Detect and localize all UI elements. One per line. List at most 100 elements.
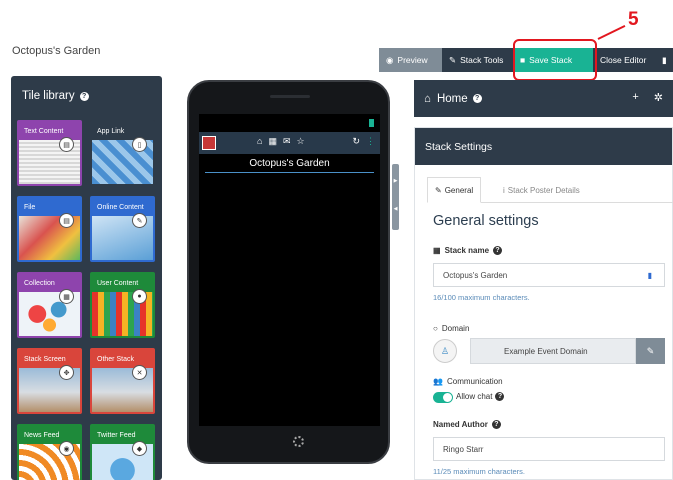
chevron-left-icon: ◀ (393, 206, 398, 212)
annotation-pointer-line (597, 24, 626, 40)
preview-label: Preview (397, 55, 428, 65)
stack-editor-page: Octopus's Garden 5 ◉ Preview ✎ Stack Too… (0, 0, 673, 480)
stack-name-label: ▦ Stack name ? (433, 246, 503, 255)
tile-stack-screen[interactable]: Stack Screen ✥ (17, 348, 82, 414)
preview-button[interactable]: ◉ Preview (379, 48, 442, 72)
wrench-icon: ✎ (449, 54, 457, 65)
named-author-label-text: Named Author (433, 420, 488, 429)
allow-chat-toggle[interactable] (433, 392, 453, 403)
tile-other-stack[interactable]: Other Stack ✕ (90, 348, 155, 414)
help-icon[interactable]: ? (495, 392, 505, 401)
tile-online-content[interactable]: Online Content ✎ (90, 196, 155, 262)
tile-news-feed[interactable]: News Feed ◉ (17, 424, 82, 480)
more-vertical-icon[interactable]: ⋮ (366, 136, 375, 147)
step-number-annotation: 5 (628, 9, 639, 30)
save-stack-highlight-box (513, 39, 597, 81)
refresh-icon[interactable]: ↻ (352, 136, 360, 147)
tab-stack-poster-details[interactable]: i Stack Poster Details (496, 177, 587, 203)
add-icon[interactable]: + (632, 91, 638, 104)
help-icon[interactable]: ? (472, 94, 482, 103)
tile-library-panel: Tile library ? Text Content ▤ App Link ▯ Fil… (11, 76, 162, 480)
stack-name-value: Octopus's Garden (443, 270, 508, 280)
tile-collection[interactable]: Collection ▦ (17, 272, 82, 338)
stack-tools-label: Stack Tools (460, 55, 504, 65)
phone-app-bar: ⌂ ▦ ✉ ☆ ↻ ⋮ (199, 132, 380, 154)
file-icon: ▤ (59, 213, 74, 228)
document-icon: ▤ (59, 137, 74, 152)
domain-label: ○ Domain (433, 324, 469, 333)
tile-label: News Feed (24, 432, 60, 439)
edit-icon: ✎ (435, 185, 442, 195)
allow-chat-label: Allow chat ? (456, 392, 505, 401)
gear-icon[interactable]: ✲ (654, 91, 663, 104)
tab-general-label: General (444, 185, 474, 195)
move-icon: ✥ (59, 365, 74, 380)
phone-icon: ▯ (132, 137, 147, 152)
tile-text-content[interactable]: Text Content ▤ (17, 120, 82, 186)
edit-icon: ✎ (646, 345, 655, 356)
help-icon[interactable]: ? (79, 91, 89, 101)
users-icon: 👥 (433, 377, 443, 386)
info-icon: i (503, 185, 505, 195)
stack-settings-header: Stack Settings (415, 128, 672, 165)
help-icon[interactable]: ? (491, 420, 501, 429)
stack-tools-button[interactable]: ✎ Stack Tools (442, 48, 513, 72)
tile-library-title: Tile library (22, 90, 75, 102)
toggle-knob (443, 393, 452, 402)
close-editor-button[interactable]: Close Editor (593, 48, 655, 72)
tile-label: App Link (97, 128, 125, 135)
communication-label: 👥 Communication (433, 377, 503, 386)
chevron-right-icon: ▶ (393, 178, 398, 184)
tab-poster-label: Stack Poster Details (507, 185, 580, 195)
allow-chat-label-text: Allow chat (456, 392, 493, 401)
grid-icon[interactable]: ▦ (268, 136, 277, 147)
phone-preview: ⌂ ▦ ✉ ☆ ↻ ⋮ Octopus's Garden (187, 80, 390, 464)
named-author-char-count: 11/25 maximum characters. (433, 467, 525, 476)
battery-icon (369, 119, 374, 127)
phone-nav-icons: ⌂ ▦ ✉ ☆ (257, 136, 305, 147)
tile-file[interactable]: File ▤ (17, 196, 82, 262)
shuffle-icon: ✕ (132, 365, 147, 380)
tab-general[interactable]: ✎ General (427, 177, 482, 203)
tile-user-content[interactable]: User Content ● (90, 272, 155, 338)
domain-avatar: ♙ (433, 339, 457, 363)
communication-label-text: Communication (446, 377, 503, 386)
tile-grid: Text Content ▤ App Link ▯ File ▤ Online Conten… (17, 120, 157, 480)
home-icon[interactable]: ⌂ (257, 136, 262, 147)
app-logo (202, 136, 216, 150)
tile-twitter-feed[interactable]: Twitter Feed ◆ (90, 424, 155, 480)
tile-library-header: Tile library ? (11, 76, 162, 116)
tile-label: User Content (97, 280, 139, 287)
domain-edit-button[interactable]: ✎ (636, 338, 665, 364)
page-title: Octopus's Garden (12, 45, 101, 57)
tile-label: Twitter Feed (97, 432, 136, 439)
domain-field: Example Event Domain (470, 338, 636, 364)
tile-label: Online Content (97, 204, 144, 211)
named-author-input[interactable]: Ringo Starr (433, 437, 665, 461)
phone-action-icons: ↻ ⋮ (352, 136, 375, 147)
chat-icon[interactable]: ✉ (283, 136, 291, 147)
rss-icon: ◉ (59, 441, 74, 456)
tile-label: Other Stack (97, 356, 134, 363)
domain-label-text: Domain (441, 324, 470, 333)
tile-app-link[interactable]: App Link ▯ (90, 120, 155, 186)
more-toolbar-button[interactable]: ▮ (655, 48, 673, 72)
home-screen-panel: ⌂ Home ? + ✲ (414, 80, 673, 117)
named-author-label: Named Author ? (433, 420, 501, 429)
more-icon: ▮ (662, 54, 667, 65)
close-editor-label: Close Editor (600, 55, 647, 65)
panel-resize-handle[interactable]: ▶ ◀ (392, 164, 399, 230)
help-icon[interactable]: ? (493, 246, 503, 255)
twitter-icon: ◆ (132, 441, 147, 456)
text-cursor-icon: ▮ (647, 270, 652, 280)
stack-name-input[interactable]: Octopus's Garden ▮ (433, 263, 665, 287)
star-icon[interactable]: ☆ (297, 136, 305, 147)
phone-screen: ⌂ ▦ ✉ ☆ ↻ ⋮ Octopus's Garden (199, 114, 380, 447)
phone-stack-title: Octopus's Garden (249, 158, 330, 169)
stack-name-char-count: 16/100 maximum characters. (433, 293, 530, 302)
tile-label: Collection (24, 280, 55, 287)
home-icon: ⌂ (424, 92, 431, 105)
loading-spinner-icon (293, 436, 304, 447)
user-icon: ● (132, 289, 147, 304)
stack-name-label-text: Stack name (444, 246, 490, 255)
